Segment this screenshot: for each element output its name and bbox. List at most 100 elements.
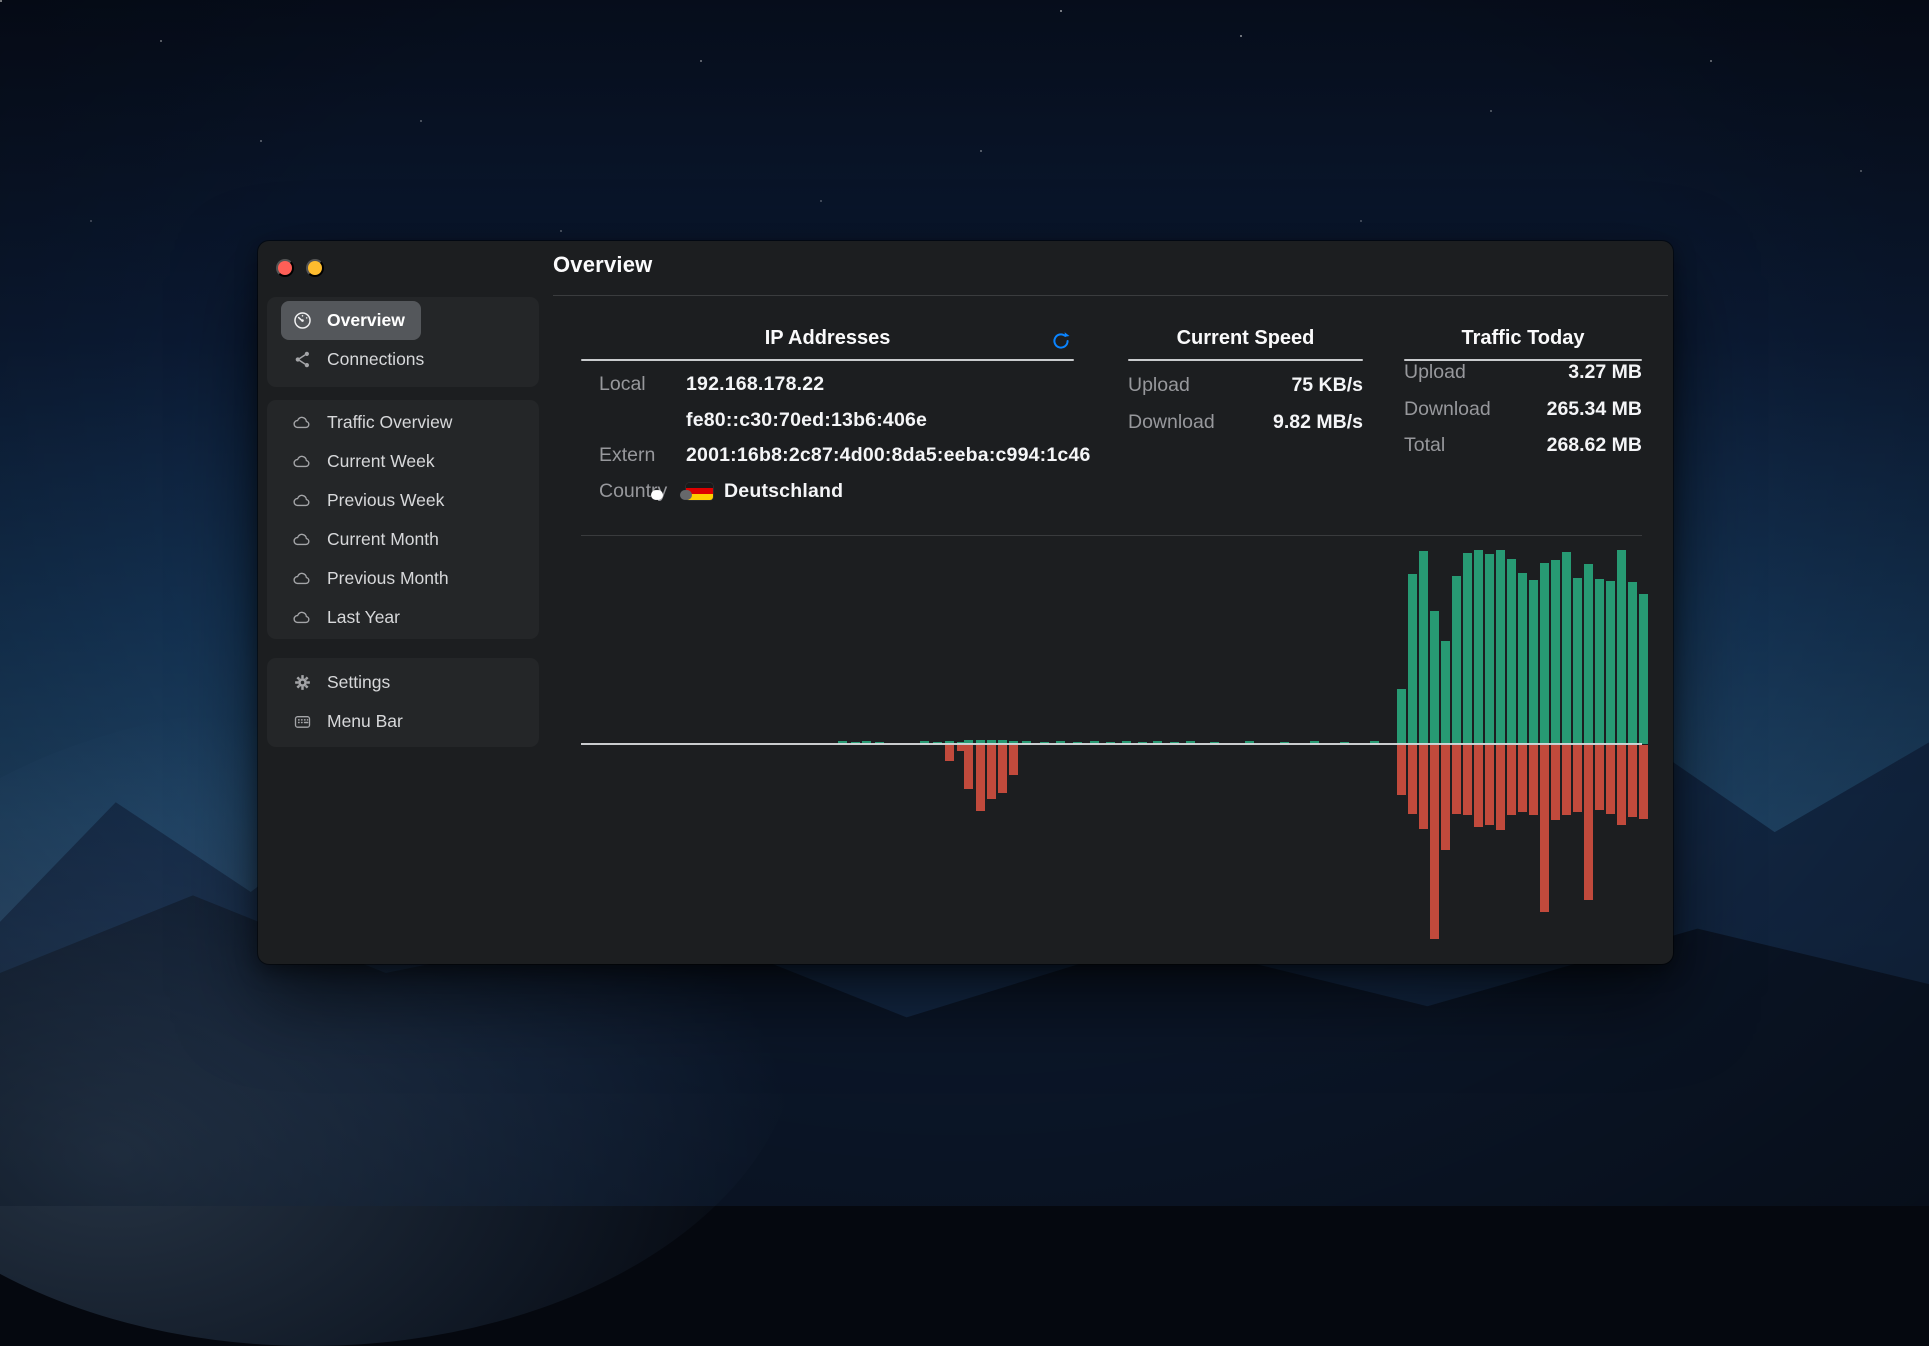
download-bar: [1639, 594, 1648, 744]
sidebar-item-menu-bar[interactable]: Menu Bar: [281, 702, 419, 741]
upload-bar: [998, 745, 1007, 793]
ip-row: fe80::c30:70ed:13b6:406e: [599, 408, 1074, 432]
sidebar-group-main: Overview Connections: [267, 297, 539, 387]
download-bar: [1606, 581, 1615, 744]
upload-bar: [1452, 745, 1461, 814]
download-bar: [1529, 580, 1538, 744]
current-speed-title: Current Speed: [1128, 327, 1363, 351]
upload-bar: [1606, 745, 1615, 814]
upload-bar: [987, 745, 996, 799]
cloud-icon: [290, 567, 314, 591]
row-value: 265.34 MB: [1547, 398, 1642, 421]
sidebar-item-label: Settings: [327, 672, 390, 693]
upload-bar: [964, 745, 973, 789]
download-bar: [1562, 552, 1571, 744]
download-bar: [1584, 564, 1593, 744]
speed-underline: [1128, 359, 1363, 361]
gauge-icon: [290, 309, 314, 333]
page-dot-1[interactable]: [653, 490, 663, 500]
download-bar: [1540, 563, 1549, 744]
upload-row: Upload3.27 MB: [1404, 360, 1642, 384]
download-bar: [1441, 641, 1450, 744]
row-value: 3.27 MB: [1568, 361, 1642, 384]
upload-bar: [1419, 745, 1428, 829]
download-bar: [1573, 578, 1582, 744]
cloud-icon: [290, 450, 314, 474]
menubar-icon: [290, 710, 314, 734]
upload-row: Upload 75 KB/s: [1128, 373, 1363, 397]
row-label: Download: [1128, 411, 1215, 434]
cloud-icon: [290, 528, 314, 552]
sidebar-item-previous-week[interactable]: Previous Week: [281, 481, 460, 520]
sidebar-item-traffic-overview[interactable]: Traffic Overview: [281, 403, 468, 442]
page-dot-2[interactable]: [682, 490, 692, 500]
refresh-button[interactable]: [1048, 329, 1074, 355]
upload-bar: [1551, 745, 1560, 820]
download-bar: [1496, 550, 1505, 744]
header-divider: [553, 295, 1668, 296]
upload-bar: [1009, 745, 1018, 775]
chart-baseline: [581, 743, 1642, 745]
sidebar-item-label: Current Week: [327, 451, 435, 472]
sidebar-item-label: Last Year: [327, 607, 400, 628]
ip-row-label: Local: [599, 373, 686, 396]
upload-bar: [1408, 745, 1417, 814]
row-value: 75 KB/s: [1291, 374, 1363, 397]
traffic-history-chart: [581, 541, 1642, 961]
upload-bar: [1573, 745, 1582, 812]
sidebar-group-traffic: Traffic Overview Current Week Previous Wee…: [267, 400, 539, 639]
sidebar-item-label: Connections: [327, 349, 424, 370]
sidebar-item-connections[interactable]: Connections: [281, 340, 440, 379]
traffic-page-dots: [553, 490, 791, 500]
upload-bar: [1639, 745, 1648, 819]
download-bar: [1507, 559, 1516, 744]
sidebar-item-label: Previous Week: [327, 490, 444, 511]
download-row: Download 265.34 MB: [1404, 397, 1642, 421]
upload-bar: [1485, 745, 1494, 825]
sidebar-item-current-week[interactable]: Current Week: [281, 442, 451, 481]
sidebar-item-previous-month[interactable]: Previous Month: [281, 559, 465, 598]
sidebar-item-label: Previous Month: [327, 568, 449, 589]
row-label: Download: [1404, 398, 1491, 421]
upload-bar: [1628, 745, 1637, 817]
cloud-icon: [290, 411, 314, 435]
row-value: 268.62 MB: [1547, 434, 1642, 457]
sidebar-item-label: Overview: [327, 310, 405, 331]
upload-bar: [1397, 745, 1406, 795]
download-row: Download 9.82 MB/s: [1128, 410, 1363, 434]
download-bar: [1474, 550, 1483, 744]
download-bar: [1518, 573, 1527, 744]
main-content: IP Addresses Local192.168.178.22fe80::c3…: [553, 241, 1673, 964]
download-bar: [1551, 560, 1560, 744]
upload-bar: [1529, 745, 1538, 815]
upload-bar: [1430, 745, 1439, 939]
sidebar-item-current-month[interactable]: Current Month: [281, 520, 455, 559]
upload-bar: [1595, 745, 1604, 810]
ip-addresses-title: IP Addresses: [581, 327, 1074, 351]
upload-bar: [976, 745, 985, 811]
download-bar: [1617, 550, 1626, 744]
sidebar-item-label: Current Month: [327, 529, 439, 550]
row-label: Upload: [1128, 374, 1190, 397]
app-window: Overview Overview Connections Traffic Ove…: [258, 241, 1673, 964]
ip-row-value: fe80::c30:70ed:13b6:406e: [686, 409, 927, 432]
upload-bar: [1463, 745, 1472, 815]
desktop-wallpaper: Overview Overview Connections Traffic Ove…: [0, 0, 1929, 1206]
section-divider: [581, 535, 1642, 536]
total-row: Total 268.62 MB: [1404, 433, 1642, 457]
upload-bar: [1617, 745, 1626, 825]
sidebar-item-last-year[interactable]: Last Year: [281, 598, 416, 637]
download-bar: [1408, 574, 1417, 744]
row-value: 9.82 MB/s: [1273, 411, 1363, 434]
sidebar-item-settings[interactable]: Settings: [281, 663, 406, 702]
download-bar: [1430, 611, 1439, 744]
upload-bar: [1518, 745, 1527, 812]
ip-row: Local192.168.178.22: [599, 372, 1074, 396]
sidebar-group-settings: Settings Menu Bar: [267, 658, 539, 747]
upload-bar: [1496, 745, 1505, 830]
cloud-icon: [290, 606, 314, 630]
sidebar-item-overview[interactable]: Overview: [281, 301, 421, 340]
ip-underline: [581, 359, 1074, 361]
sidebar-item-label: Menu Bar: [327, 711, 403, 732]
row-label: Total: [1404, 434, 1445, 457]
